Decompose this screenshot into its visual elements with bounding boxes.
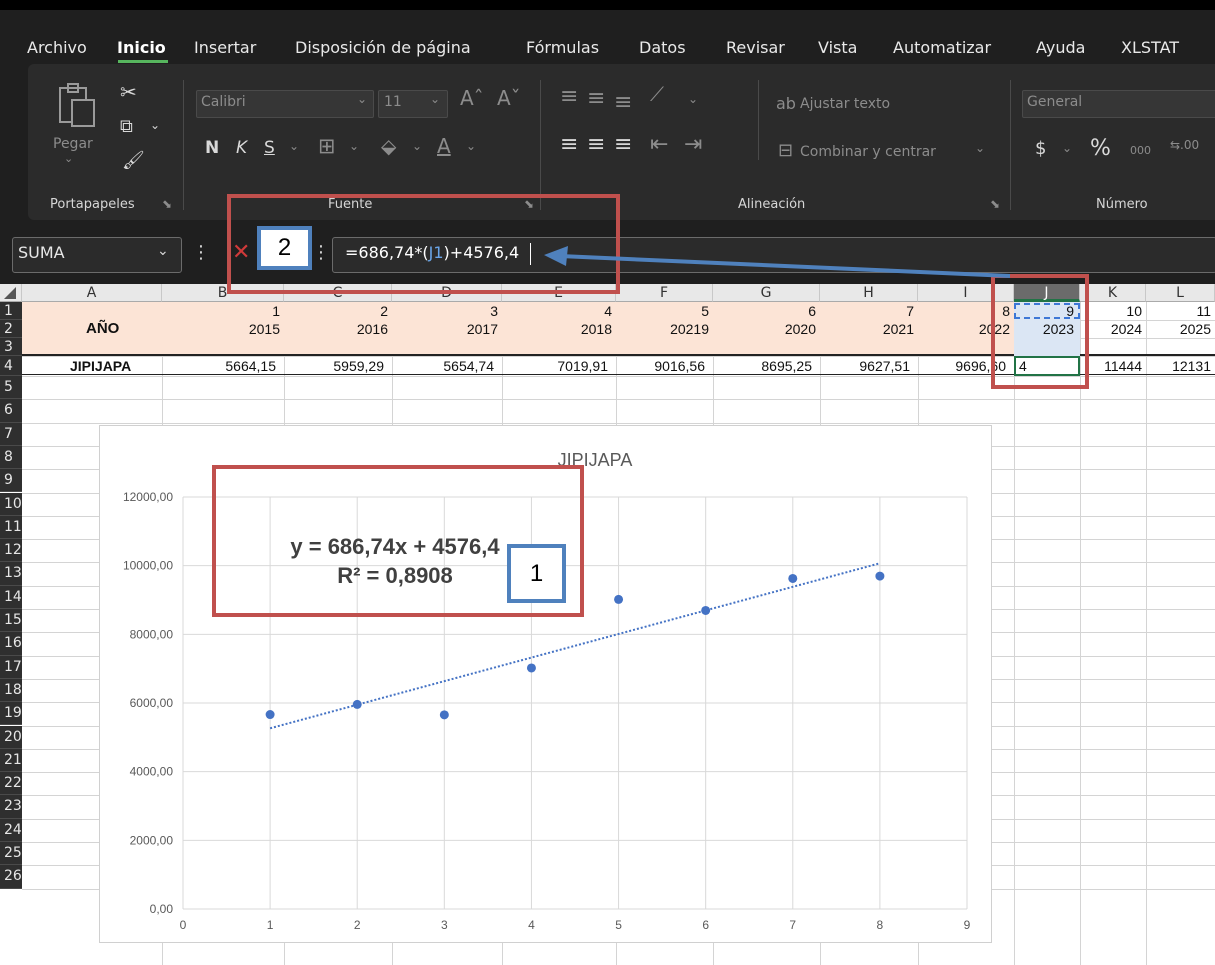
- arrow-head-icon: [544, 246, 568, 266]
- arrow-overlay: [544, 246, 1011, 278]
- arrow-line: [559, 254, 1011, 278]
